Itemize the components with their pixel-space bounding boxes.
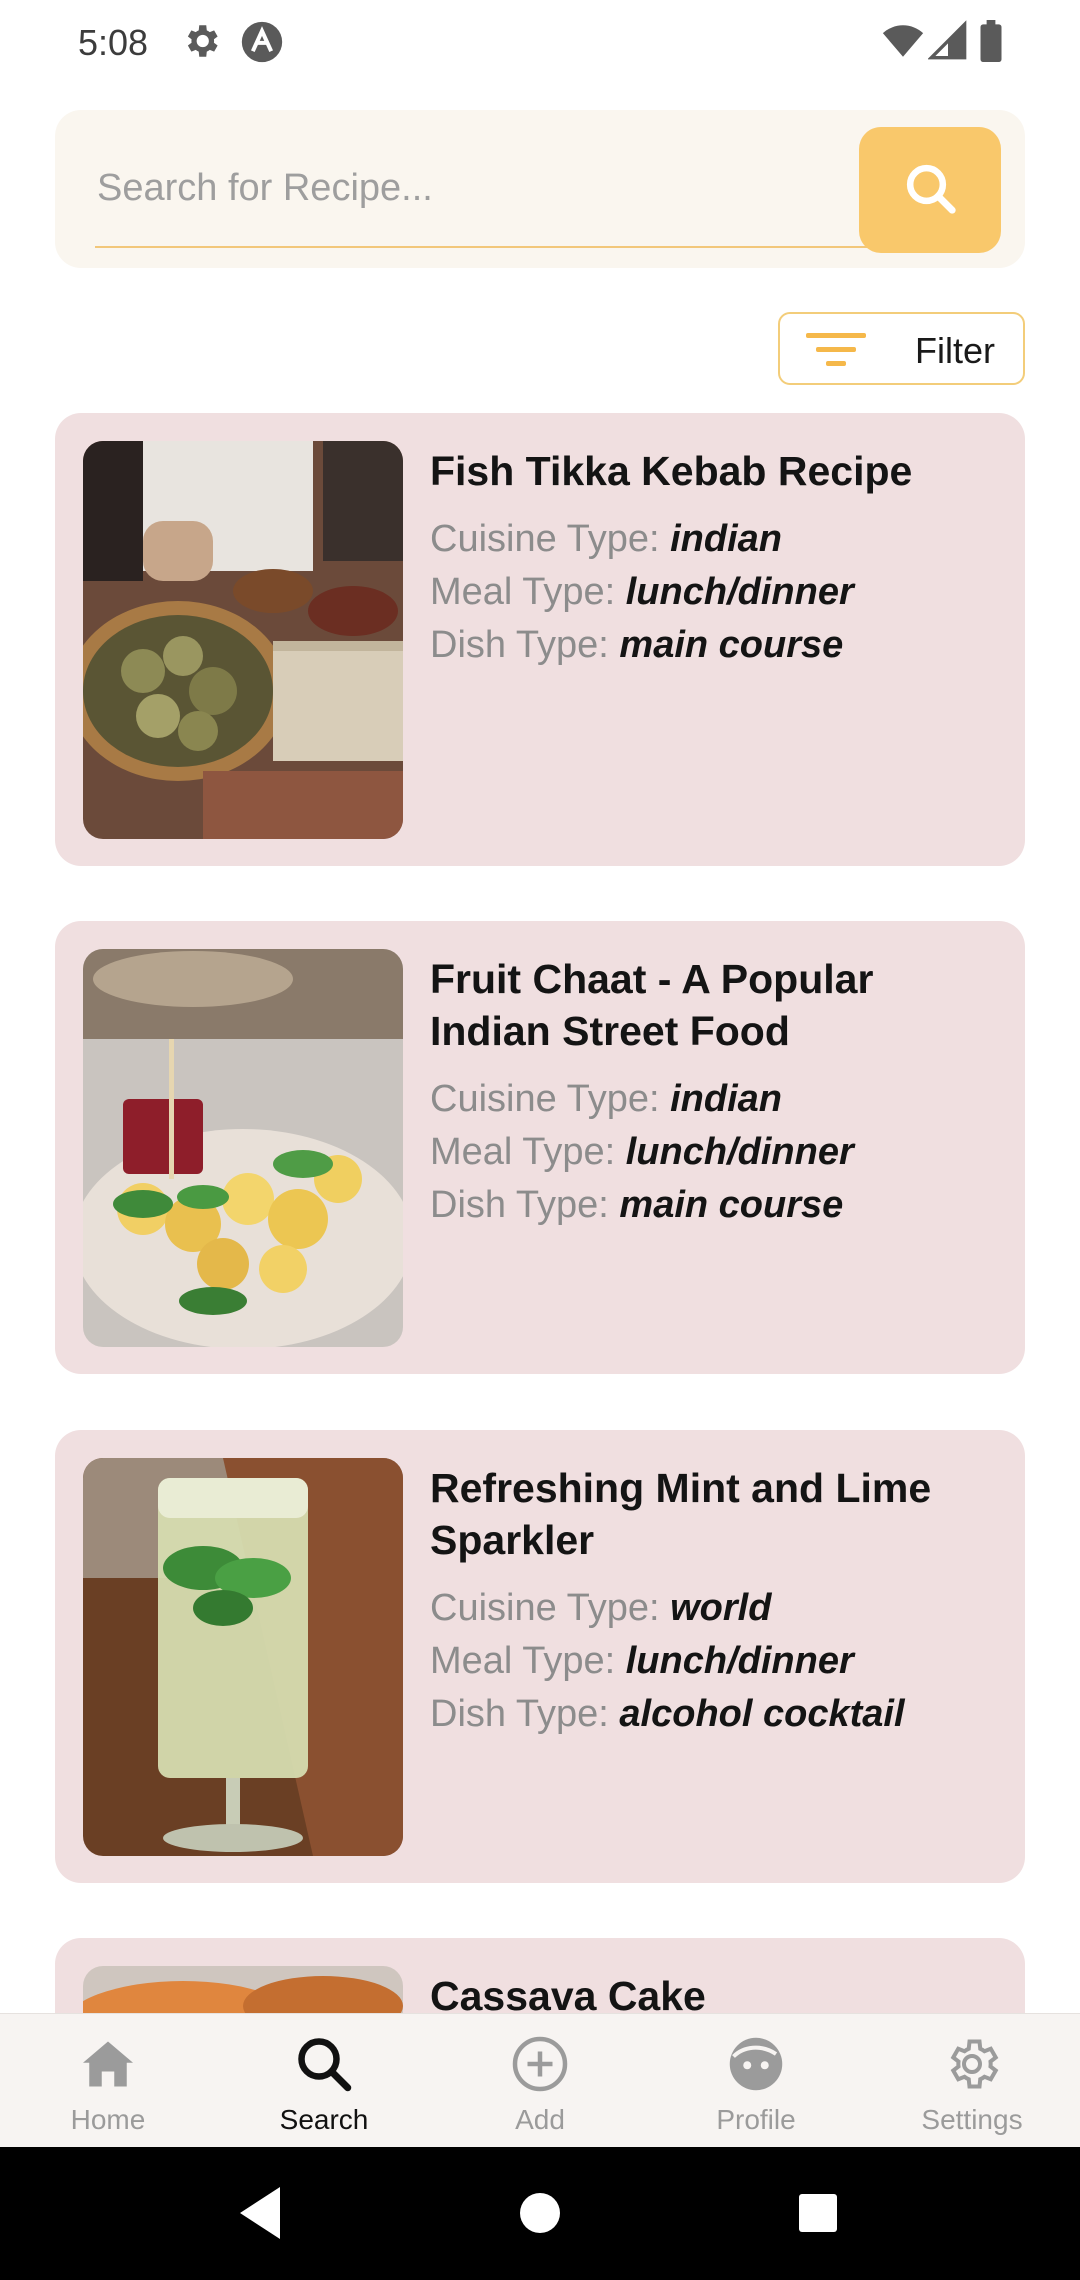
recents-square-icon[interactable] [797,2183,839,2248]
recipe-card[interactable]: Fish Tikka Kebab Recipe Cuisine Type: in… [55,413,1025,866]
meal-value: lunch/dinner [625,571,854,613]
recipe-card[interactable]: Refreshing Mint and Lime Sparkler Cuisin… [55,1430,1025,1883]
nav-item-settings[interactable]: Settings [864,2014,1080,2148]
recipe-title: Refreshing Mint and Lime Sparkler [430,1465,932,1563]
profile-face-icon [726,2034,786,2094]
recipe-list: Fish Tikka Kebab Recipe Cuisine Type: in… [55,413,1025,2013]
search-button[interactable] [859,127,1001,253]
search-icon [902,160,958,221]
home-icon [78,2034,138,2094]
cuisine-value: world [670,1587,772,1629]
meal-value: lunch/dinner [625,1131,854,1173]
nav-item-search[interactable]: Search [216,2014,432,2148]
system-navigation-bar [0,2147,1080,2280]
nav-label-home: Home [70,2104,146,2135]
nav-label-add: Add [515,2104,565,2135]
meal-type: Meal Type: lunch/dinner [430,1131,854,1173]
recipe-card[interactable]: Cassava Cake [55,1938,1025,2013]
signal-icon [927,20,968,67]
dish-type: Dish Type: alcohol cocktail [430,1693,905,1735]
recipe-title: Fish Tikka Kebab Recipe [430,448,913,494]
back-icon[interactable] [236,2183,286,2248]
filter-label: Filter [915,330,995,371]
nav-label-settings: Settings [921,2104,1023,2135]
status-time: 5:08 [78,22,149,63]
search-icon [294,2034,354,2094]
nav-label-search: Search [279,2104,369,2135]
cuisine-type: Cuisine Type: indian [430,1078,782,1120]
home-circle-icon[interactable] [518,2183,562,2248]
recipe-title: Cassava Cake [430,1973,706,2013]
battery-icon [978,20,1004,67]
dish-value: main course [619,624,844,666]
recipe-thumbnail [83,1966,403,2013]
recipe-thumbnail [83,949,403,1347]
meal-type: Meal Type: lunch/dinner [430,571,854,613]
search-input[interactable] [95,130,887,248]
bottom-navigation: Home Search Add Profile Settings [0,2013,1080,2147]
nav-label-profile: Profile [716,2104,796,2135]
search-panel [55,110,1025,268]
app-logo-icon [240,20,284,69]
dish-type: Dish Type: main course [430,1184,844,1226]
cuisine-type: Cuisine Type: indian [430,518,782,560]
cuisine-value: indian [670,518,782,560]
meal-type: Meal Type: lunch/dinner [430,1640,854,1682]
cuisine-value: indian [670,1078,782,1120]
status-bar: 5:08 [0,0,1080,88]
dish-type: Dish Type: main course [430,624,844,666]
gear-icon [180,20,222,67]
wifi-icon [882,20,924,67]
filter-lines-icon [806,330,866,375]
recipe-thumbnail [83,1458,403,1856]
filter-button[interactable]: Filter [778,312,1025,385]
recipe-card[interactable]: Fruit Chaat - A Popular Indian Street Fo… [55,921,1025,1374]
settings-gear-icon [942,2034,1002,2094]
meal-value: lunch/dinner [625,1640,854,1682]
dish-value: main course [619,1184,844,1226]
recipe-search-screen: 5:08 Filter [0,0,1080,2280]
recipe-title: Fruit Chaat - A Popular Indian Street Fo… [430,956,874,1054]
recipe-thumbnail [83,441,403,839]
add-circle-icon [510,2034,570,2094]
dish-value: alcohol cocktail [619,1693,905,1735]
nav-item-add[interactable]: Add [432,2014,648,2148]
nav-item-profile[interactable]: Profile [648,2014,864,2148]
cuisine-type: Cuisine Type: world [430,1587,772,1629]
nav-item-home[interactable]: Home [0,2014,216,2148]
